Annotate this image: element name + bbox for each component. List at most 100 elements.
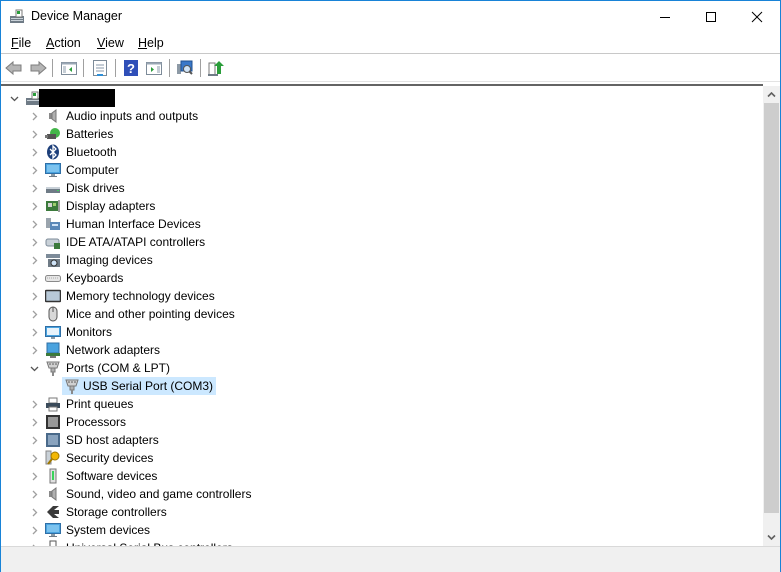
menu-help-accel: H [138, 36, 148, 50]
scroll-down-button[interactable] [763, 529, 780, 546]
back-button[interactable] [5, 59, 23, 77]
tree-category-label: Storage controllers [66, 505, 167, 519]
tree-device[interactable]: USB Serial Port (COM3) [1, 377, 763, 395]
minimize-button[interactable] [642, 1, 688, 32]
tree-category[interactable]: Keyboards [1, 269, 763, 287]
tree-category[interactable]: SD host adapters [1, 431, 763, 449]
expand-chevron-icon[interactable] [29, 287, 39, 305]
network-adapter-icon [45, 342, 61, 358]
tree-category[interactable]: Human Interface Devices [1, 215, 763, 233]
expand-chevron-icon[interactable] [29, 431, 39, 449]
expand-chevron-icon[interactable] [29, 197, 39, 215]
collapse-chevron-icon[interactable] [9, 89, 19, 107]
tree-category[interactable]: IDE ATA/ATAPI controllers [1, 233, 763, 251]
expand-chevron-icon[interactable] [29, 341, 39, 359]
sd-card-icon [45, 432, 61, 448]
tree-category[interactable]: Batteries [1, 125, 763, 143]
svg-text:?: ? [127, 61, 135, 76]
redacted-computer-name [39, 89, 115, 107]
expand-chevron-icon[interactable] [29, 251, 39, 269]
tree-category[interactable]: Sound, video and game controllers [1, 485, 763, 503]
expand-chevron-icon[interactable] [29, 233, 39, 251]
expand-chevron-icon[interactable] [29, 269, 39, 287]
tree-category[interactable]: Ports (COM & LPT) [1, 359, 763, 377]
expand-chevron-icon[interactable] [29, 449, 39, 467]
menu-view-label: iew [105, 36, 124, 50]
expand-chevron-icon[interactable] [29, 107, 39, 125]
expand-chevron-icon[interactable] [29, 161, 39, 179]
menu-help[interactable]: Help [138, 36, 164, 50]
device-tree[interactable]: Audio inputs and outputs Batteries Bluetoo… [1, 84, 763, 546]
tree-category[interactable]: Bluetooth [1, 143, 763, 161]
tree-category[interactable]: Imaging devices [1, 251, 763, 269]
tree-category-label: Computer [66, 163, 119, 177]
tree-category[interactable]: Mice and other pointing devices [1, 305, 763, 323]
tree-category[interactable]: Network adapters [1, 341, 763, 359]
tree-category[interactable]: Universal Serial Bus controllers [1, 539, 763, 546]
tree-category[interactable]: Processors [1, 413, 763, 431]
close-button[interactable] [734, 1, 780, 32]
key-icon [45, 450, 61, 466]
expand-chevron-icon[interactable] [29, 125, 39, 143]
expand-chevron-icon[interactable] [29, 179, 39, 197]
expand-chevron-icon[interactable] [29, 521, 39, 539]
expand-chevron-icon[interactable] [29, 305, 39, 323]
tree-category-label: Network adapters [66, 343, 161, 357]
tree-category-label: Disk drives [66, 181, 125, 195]
expand-chevron-icon[interactable] [29, 539, 39, 546]
tree-category-label: System devices [66, 523, 151, 537]
collapse-chevron-icon[interactable] [29, 359, 39, 377]
expand-chevron-icon[interactable] [29, 323, 39, 341]
tree-category[interactable]: Memory technology devices [1, 287, 763, 305]
computer-icon [45, 522, 61, 538]
tree-category[interactable]: Security devices [1, 449, 763, 467]
tree-category[interactable]: Print queues [1, 395, 763, 413]
tree-category[interactable]: Monitors [1, 323, 763, 341]
title-bar[interactable]: Device Manager [1, 1, 780, 32]
show-hide-console-tree-button[interactable] [60, 59, 78, 77]
tree-category-label: Mice and other pointing devices [66, 307, 235, 321]
help-button[interactable]: ? [122, 59, 140, 77]
menu-file[interactable]: File [11, 36, 31, 50]
scan-hardware-button[interactable] [176, 59, 194, 77]
menu-view[interactable]: View [97, 36, 124, 50]
window-title: Device Manager [31, 9, 123, 23]
tree-category[interactable]: Disk drives [1, 179, 763, 197]
tree-category[interactable]: System devices [1, 521, 763, 539]
hid-icon [45, 216, 61, 232]
scrollbar-thumb[interactable] [764, 103, 779, 513]
action-pane-icon [146, 62, 162, 75]
menu-action[interactable]: Action [46, 36, 81, 50]
update-driver-button[interactable] [207, 59, 225, 77]
chevron-down-icon [767, 534, 776, 541]
expand-chevron-icon[interactable] [29, 467, 39, 485]
expand-chevron-icon[interactable] [29, 215, 39, 233]
storage-controller-icon [45, 504, 61, 520]
tree-category[interactable]: Audio inputs and outputs [1, 107, 763, 125]
forward-button[interactable] [29, 59, 47, 77]
expand-chevron-icon[interactable] [29, 413, 39, 431]
properties-button[interactable] [91, 59, 109, 77]
tree-category[interactable]: Software devices [1, 467, 763, 485]
tree-root[interactable] [1, 89, 763, 107]
monitor-icon [45, 324, 61, 340]
tree-category[interactable]: Storage controllers [1, 503, 763, 521]
port-icon [45, 360, 61, 376]
vertical-scrollbar[interactable] [763, 86, 780, 546]
expand-chevron-icon[interactable] [29, 143, 39, 161]
show-action-pane-button[interactable] [145, 59, 163, 77]
tree-category-label: Processors [66, 415, 127, 429]
scroll-up-button[interactable] [763, 86, 780, 103]
tree-category-label: Monitors [66, 325, 113, 339]
tree-category[interactable]: Computer [1, 161, 763, 179]
menu-file-accel: F [11, 36, 19, 50]
tree-category[interactable]: Display adapters [1, 197, 763, 215]
tree-category-label: IDE ATA/ATAPI controllers [66, 235, 206, 249]
expand-chevron-icon[interactable] [29, 395, 39, 413]
keyboard-icon [45, 270, 61, 286]
properties-icon [93, 60, 107, 76]
printer-icon [45, 396, 61, 412]
maximize-button[interactable] [688, 1, 734, 32]
expand-chevron-icon[interactable] [29, 485, 39, 503]
expand-chevron-icon[interactable] [29, 503, 39, 521]
